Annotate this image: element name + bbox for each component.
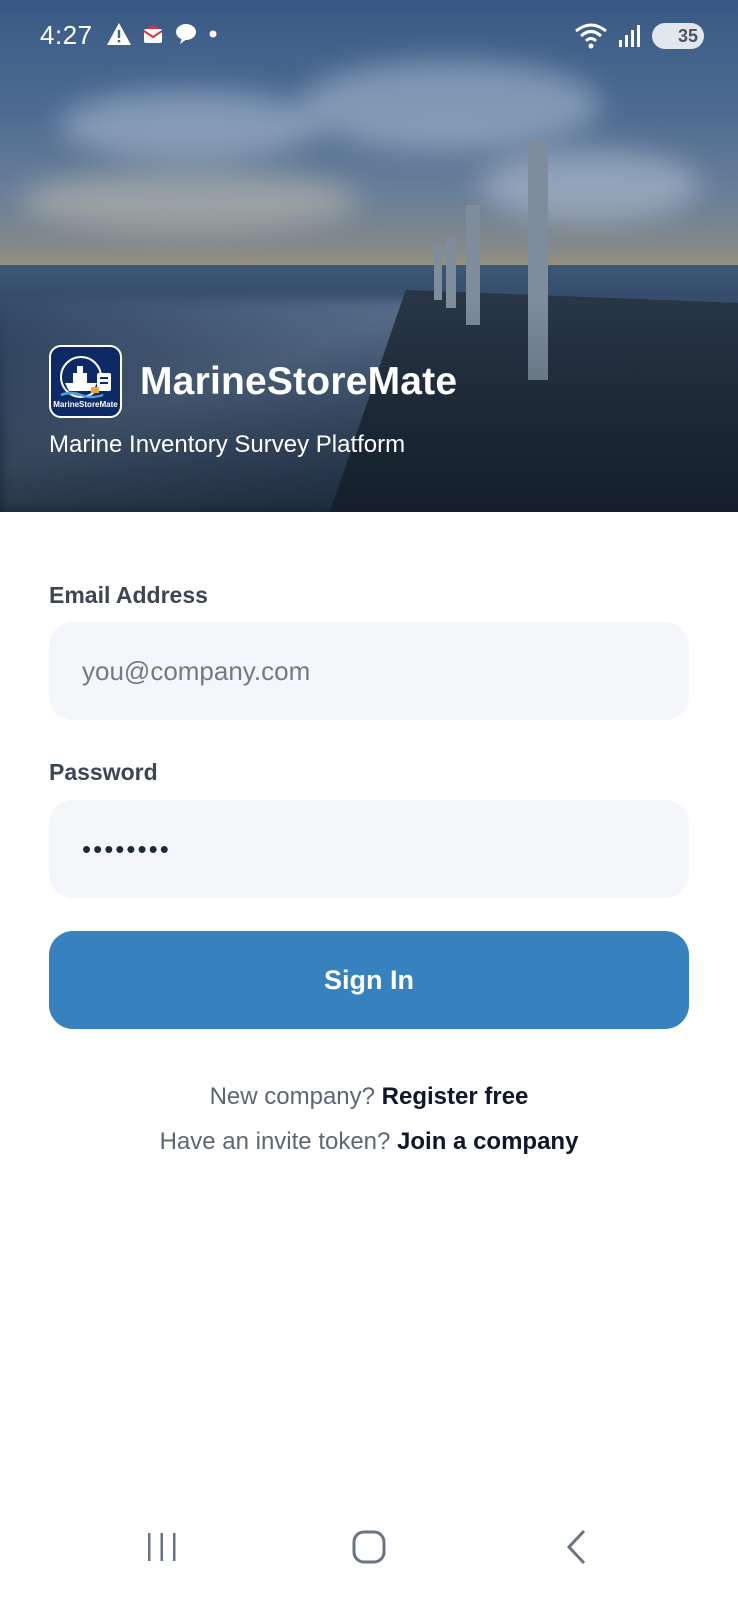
password-field[interactable] <box>49 800 689 898</box>
back-icon <box>566 1529 586 1565</box>
password-label: Password <box>49 759 158 785</box>
mail-notification-icon <box>143 25 163 43</box>
join-line: Have an invite token? Join a company <box>49 1128 689 1156</box>
app-logo: MarineStoreMate <box>49 345 122 418</box>
ship-crane <box>434 245 442 300</box>
battery-level: 35 <box>677 25 698 46</box>
email-label: Email Address <box>49 582 208 608</box>
battery-icon: 35 <box>652 23 704 49</box>
login-screen: 4:27 35 MarineStoreMate MarineStoreMate … <box>0 0 738 1599</box>
recent-apps-icon <box>148 1533 176 1561</box>
chat-bubble-icon <box>176 24 196 44</box>
signal-icon <box>619 25 640 47</box>
cloud-shape <box>480 150 700 220</box>
recent-apps-button[interactable] <box>132 1522 192 1572</box>
cloud-shape <box>20 170 360 230</box>
app-name: MarineStoreMate <box>140 359 458 403</box>
join-company-link[interactable]: Join a company <box>397 1128 578 1155</box>
wifi-icon <box>575 23 607 49</box>
register-line: New company? Register free <box>49 1083 689 1111</box>
join-prompt: Have an invite token? <box>159 1128 391 1155</box>
back-button[interactable] <box>546 1522 606 1572</box>
ship-crane <box>446 238 456 308</box>
notification-icons <box>106 22 218 46</box>
dot-icon <box>209 30 217 38</box>
system-icons: 35 <box>574 22 704 50</box>
email-field[interactable] <box>49 622 689 720</box>
status-bar: 4:27 35 <box>0 0 738 74</box>
home-button[interactable] <box>339 1522 399 1572</box>
logo-text: MarineStoreMate <box>53 400 118 409</box>
app-tagline: Marine Inventory Survey Platform <box>49 431 406 458</box>
hero-banner: 4:27 35 MarineStoreMate MarineStoreMate … <box>0 0 738 512</box>
status-time: 4:27 <box>40 20 93 50</box>
warning-icon <box>107 23 131 45</box>
home-icon <box>352 1530 386 1564</box>
cloud-shape <box>60 90 320 160</box>
brand-header: MarineStoreMate MarineStoreMate <box>49 345 457 418</box>
navigation-bar <box>0 1492 738 1599</box>
register-prompt: New company? <box>209 1083 375 1110</box>
sign-in-button[interactable]: Sign In <box>49 931 689 1029</box>
register-free-link[interactable]: Register free <box>382 1083 529 1110</box>
